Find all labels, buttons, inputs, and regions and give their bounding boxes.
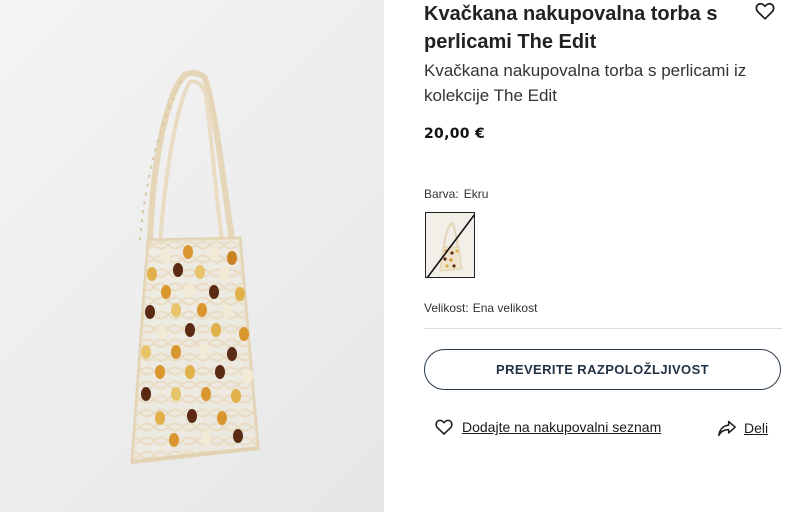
swatch-thumbnail — [426, 213, 474, 277]
favorite-button[interactable] — [754, 0, 776, 22]
share-arrow-icon — [718, 420, 736, 437]
heart-outline-icon — [755, 2, 775, 20]
share-link[interactable]: Deli — [717, 417, 768, 439]
size-label: Velikost: — [424, 301, 469, 315]
heart-outline-icon — [435, 419, 453, 435]
color-value: Ekru — [463, 187, 489, 201]
product-title: Kvačkana nakupovalna torba s perlicami T… — [424, 3, 718, 53]
share-label: Deli — [744, 420, 769, 436]
size-value: Ena velikost — [472, 301, 538, 315]
color-swatch-ekru[interactable] — [425, 212, 475, 278]
product-description: Kvačkana nakupovalna torba s perlicami i… — [424, 61, 747, 105]
add-to-wishlist-link[interactable]: Dodajte na nakupovalni seznam — [434, 416, 661, 438]
product-image-gallery[interactable] — [0, 0, 384, 512]
product-image — [130, 70, 260, 464]
product-price: 20,00 € — [424, 126, 485, 142]
size-info: Velikost: Ena velikost — [424, 301, 537, 315]
divider — [424, 328, 782, 329]
color-label: Barva: — [424, 187, 459, 201]
check-availability-button[interactable]: PREVERITE RAZPOLOŽLJIVOST — [424, 349, 781, 390]
product-details: Kvačkana nakupovalna torba s perlicami T… — [424, 0, 784, 512]
wishlist-label: Dodajte na nakupovalni seznam — [462, 419, 662, 435]
color-selector-label: Barva: Ekru — [424, 187, 488, 201]
